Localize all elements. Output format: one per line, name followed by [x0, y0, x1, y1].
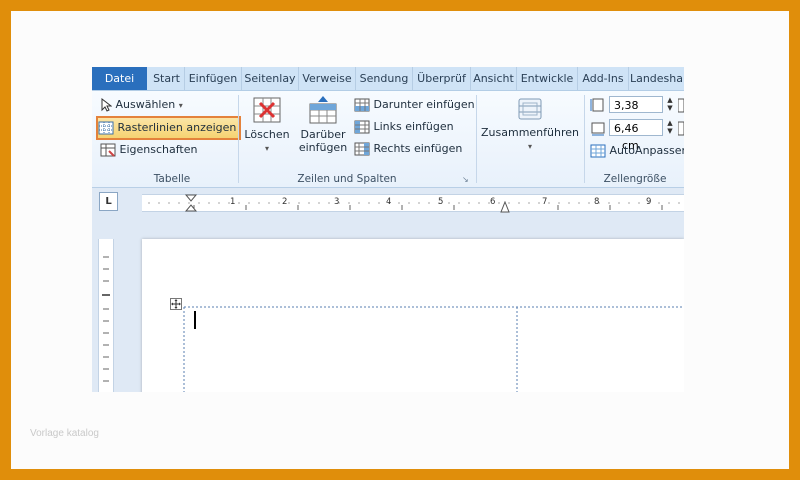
chevron-down-icon: ▾ — [264, 144, 269, 153]
ruler-number: 6 — [490, 197, 496, 207]
select-label: Auswählen — [115, 98, 176, 111]
tab-ueberpruefen[interactable]: Überprüf — [413, 67, 471, 90]
column-marker-icon[interactable] — [500, 198, 510, 217]
tab-verweise[interactable]: Verweise — [299, 67, 356, 90]
row-height-icon — [590, 97, 606, 117]
select-button[interactable]: Auswählen ▾ — [100, 95, 183, 115]
tab-add-ins[interactable]: Add-Ins — [578, 67, 629, 90]
table-grid-icon — [98, 121, 114, 135]
ruler-number: 4 — [386, 197, 392, 207]
ruler-number: 1 — [230, 197, 236, 207]
ruler-number: 2 — [282, 197, 288, 207]
ruler-number: 9 — [646, 197, 652, 207]
tab-sendungen[interactable]: Sendung — [356, 67, 413, 90]
insert-right-label: Rechts einfügen — [373, 142, 463, 155]
column-width-field[interactable]: 6,46 cm — [609, 119, 663, 152]
tab-landeshauptstadt[interactable]: Landesha — [629, 67, 684, 90]
insert-above-button[interactable]: Darüber einfügen — [297, 95, 349, 154]
insert-right-button[interactable]: Rechts einfügen — [354, 139, 462, 159]
indent-marker-icon[interactable] — [184, 193, 198, 217]
column-width-spinner[interactable]: ▲ ▼ — [664, 119, 676, 136]
tab-datei[interactable]: Datei — [92, 67, 147, 90]
row-height-value: 3,38 — [614, 99, 639, 112]
watermark-text: Vorlage katalog — [30, 428, 99, 439]
cursor-arrow-icon — [101, 98, 112, 112]
row-height-field[interactable]: 3,38 cm — [609, 96, 663, 129]
table-gridlines — [183, 306, 684, 392]
insert-column-right-icon — [354, 142, 370, 156]
dialog-launcher-icon[interactable]: ↘ — [462, 175, 469, 184]
tab-ansicht[interactable]: Ansicht — [471, 67, 517, 90]
group-separator — [584, 95, 585, 183]
table-delete-icon — [253, 97, 281, 123]
ruler-number: 8 — [594, 197, 600, 207]
tab-selector-button[interactable]: L — [99, 192, 118, 211]
delete-label: Löschen — [244, 128, 290, 141]
column-width-value: 6,46 — [614, 122, 639, 135]
ribbon: Auswählen ▾ Rasterlinien anzeigen Eigens… — [92, 91, 684, 188]
horizontal-ruler[interactable]: 1 2 3 4 5 6 7 8 9 — [142, 194, 684, 213]
tab-einfuegen[interactable]: Einfügen — [185, 67, 242, 90]
vertical-ruler[interactable] — [98, 239, 114, 392]
insert-below-label: Darunter einfügen — [373, 98, 475, 111]
group-separator — [476, 95, 477, 183]
table-properties-icon — [100, 143, 116, 157]
row-height-spinner[interactable]: ▲ ▼ — [664, 96, 676, 113]
group-separator — [238, 95, 239, 183]
merge-button[interactable]: Zusammenführen ▾ — [480, 95, 580, 153]
insert-row-below-icon — [354, 98, 370, 112]
properties-label: Eigenschaften — [119, 143, 198, 156]
ruler-bar: L 1 2 3 4 5 6 7 8 9 — [92, 188, 684, 215]
delete-button[interactable]: Löschen ▾ — [242, 95, 292, 155]
insert-left-label: Links einfügen — [373, 120, 454, 133]
text-cursor — [194, 311, 196, 329]
ruler-number: 5 — [438, 197, 444, 207]
chevron-down-icon: ▾ — [178, 101, 183, 110]
ruler-number: 3 — [334, 197, 340, 207]
tab-seitenlayout[interactable]: Seitenlay — [242, 67, 299, 90]
show-gridlines-button[interactable]: Rasterlinien anzeigen — [95, 116, 242, 140]
insert-left-button[interactable]: Links einfügen — [354, 117, 454, 137]
tab-start[interactable]: Start — [149, 67, 185, 90]
chevron-down-icon: ▾ — [527, 142, 532, 151]
properties-button[interactable]: Eigenschaften — [100, 140, 197, 160]
insert-above-label-2: einfügen — [298, 141, 348, 154]
group-label-tabelle: Tabelle — [153, 173, 191, 185]
tab-entwicklertools[interactable]: Entwickle — [517, 67, 578, 90]
ruler-number: 7 — [542, 197, 548, 207]
insert-below-button[interactable]: Darunter einfügen — [354, 95, 475, 115]
merge-cells-icon — [518, 98, 542, 120]
document-page[interactable] — [142, 239, 684, 392]
autofit-icon — [590, 144, 606, 158]
autofit-label: AutoAnpassen — [609, 144, 685, 157]
autofit-button[interactable]: AutoAnpassen ▾ — [590, 141, 684, 161]
word-window: Datei Start Einfügen Seitenlay Verweise … — [92, 67, 684, 392]
group-label-zeilen-und-spalten: Zeilen und Spalten — [297, 173, 397, 185]
group-label-zellengroesse: Zellengröße — [603, 173, 667, 185]
insert-column-left-icon — [354, 120, 370, 134]
column-width-icon — [590, 120, 606, 140]
merge-label: Zusammenführen — [481, 126, 579, 139]
ribbon-tab-bar: Datei Start Einfügen Seitenlay Verweise … — [92, 67, 684, 91]
show-gridlines-label: Rasterlinien anzeigen — [117, 121, 237, 134]
ribbon-overflow — [677, 97, 684, 137]
insert-row-above-icon — [309, 96, 337, 124]
insert-above-label-1: Darüber — [300, 128, 346, 141]
